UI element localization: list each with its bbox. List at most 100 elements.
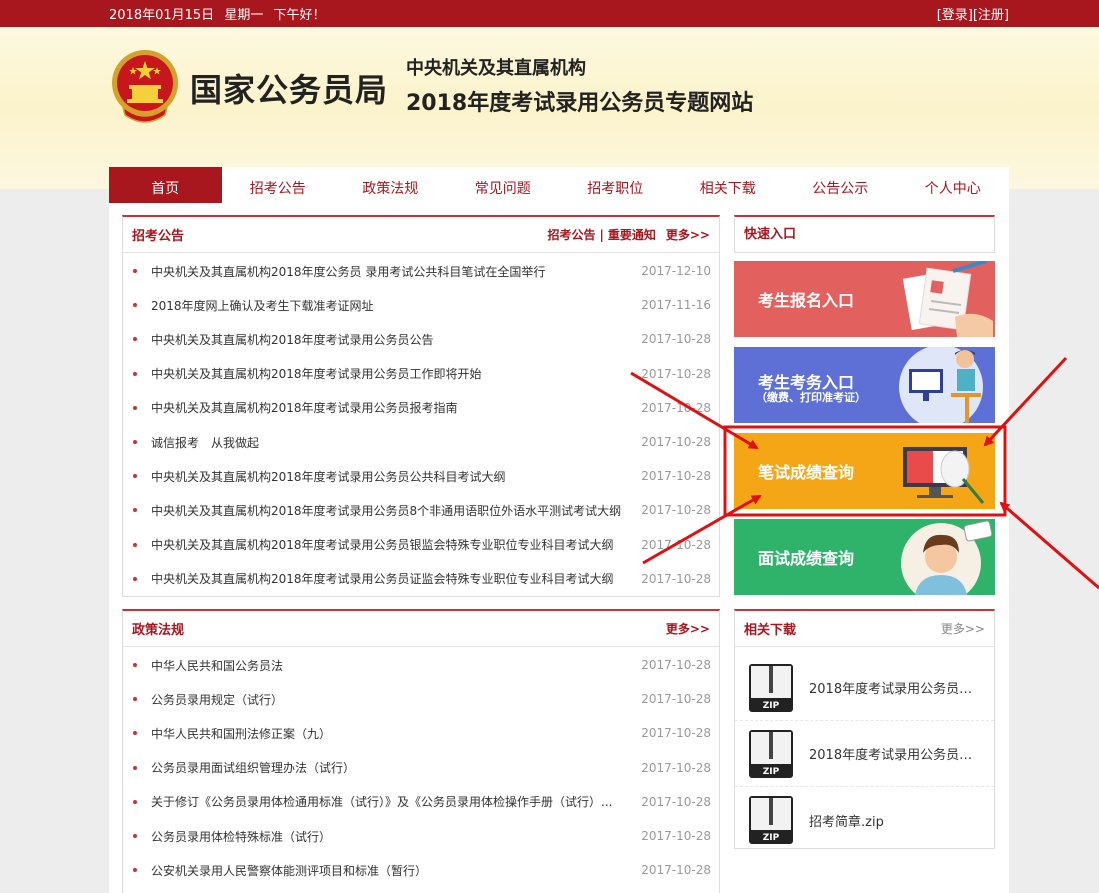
list-item[interactable]: 中央机关及其直属机构2018年度考试录用公务员8个非通用语职位外语水平测试考试大… — [123, 493, 719, 527]
quick-entry-title: 快速入口 — [744, 227, 797, 242]
annotation-arrow — [999, 501, 1099, 590]
item-title[interactable]: 中华人民共和国公务员法 — [151, 657, 625, 674]
downloads-header: 相关下载 更多>> — [735, 611, 994, 647]
bullet-icon — [133, 834, 137, 839]
announcements-tab-link[interactable]: 招考公告 — [547, 228, 595, 242]
item-date: 2017-10-28 — [641, 863, 711, 878]
list-item[interactable]: 中央机关及其直属机构2018年度考试录用公务员报考指南 2017-10-28 — [123, 391, 719, 425]
important-notice-link[interactable]: 重要通知 — [608, 228, 656, 242]
item-title[interactable]: 中央机关及其直属机构2018年度考试录用公务员公共科目考试大纲 — [151, 468, 625, 485]
announcements-more-link[interactable]: 更多>> — [666, 228, 710, 242]
item-date: 2017-10-28 — [641, 692, 711, 707]
list-item[interactable]: 公安机关录用人民警察体能测评项目和标准（暂行） 2017-10-28 — [123, 853, 719, 887]
item-title[interactable]: 中华人民共和国刑法修正案（九） — [151, 725, 625, 742]
item-title[interactable]: 关于修订《公务员录用体检通用标准（试行）》及《公务员录用体检操作手册（试行）..… — [151, 793, 625, 810]
svg-text:ZIP: ZIP — [763, 833, 780, 843]
bullet-icon — [133, 576, 137, 581]
exam-affairs-button[interactable]: 考生考务入口 （缴费、打印准考证） — [734, 347, 995, 423]
item-title[interactable]: 中央机关及其直属机构2018年度考试录用公务员公告 — [151, 331, 625, 348]
item-date: 2017-10-28 — [641, 726, 711, 741]
item-title[interactable]: 中央机关及其直属机构2018年度考试录用公务员银监会特殊专业职位专业科目考试大纲 — [151, 536, 625, 553]
item-title[interactable]: 诚信报考 从我做起 — [151, 434, 625, 451]
site-header: 国家公务员局 中央机关及其直属机构 2018年度考试录用公务员专题网站 首页 招… — [0, 27, 1099, 215]
announcements-title: 招考公告 — [132, 229, 185, 244]
download-item[interactable]: ZIP 招考简章.zip — [735, 787, 994, 853]
zip-file-icon: ZIP — [749, 663, 793, 712]
exam-registration-button[interactable]: 考生报名入口 — [734, 261, 995, 337]
site-name: 国家公务员局 — [190, 71, 389, 109]
date-greeting: 2018年01月15日 星期一 下午好！ — [109, 4, 325, 23]
list-item[interactable]: 2018年度网上确认及考生下载准考证网址 2017-11-16 — [123, 288, 719, 322]
policies-list: 中华人民共和国公务员法 2017-10-28 公务员录用规定（试行） 2017-10… — [123, 647, 719, 887]
bullet-icon — [133, 731, 137, 736]
bullet-icon — [133, 868, 137, 873]
list-item[interactable]: 公务员录用体检特殊标准（试行） 2017-10-28 — [123, 819, 719, 853]
item-title[interactable]: 中央机关及其直属机构2018年度考试录用公务员证监会特殊专业职位专业科目考试大纲 — [151, 570, 625, 587]
list-item[interactable]: 公务员录用规定（试行） 2017-10-28 — [123, 682, 719, 716]
announcements-header: 招考公告 招考公告 | 重要通知 更多>> — [123, 217, 719, 253]
item-title[interactable]: 中央机关及其直属机构2018年度考试录用公务员工作即将开始 — [151, 365, 625, 382]
item-date: 2017-12-10 — [641, 264, 711, 279]
svg-text:ZIP: ZIP — [763, 701, 780, 711]
item-title[interactable]: 中央机关及其直属机构2018年度公务员 录用考试公共科目笔试在全国举行 — [151, 263, 625, 280]
zip-file-icon: ZIP — [749, 729, 793, 778]
item-title[interactable]: 中央机关及其直属机构2018年度考试录用公务员报考指南 — [151, 399, 625, 416]
policies-title: 政策法规 — [132, 623, 185, 638]
item-date: 2017-10-28 — [641, 332, 711, 347]
bullet-icon — [133, 269, 137, 274]
list-item[interactable]: 中央机关及其直属机构2018年度考试录用公务员公告 2017-10-28 — [123, 322, 719, 356]
list-item[interactable]: 中华人民共和国公务员法 2017-10-28 — [123, 648, 719, 682]
written-score-query-button[interactable]: 笔试成绩查询 — [734, 433, 995, 509]
bullet-icon — [133, 697, 137, 702]
item-date: 2017-10-28 — [641, 503, 711, 518]
item-date: 2017-10-28 — [641, 571, 711, 586]
list-item[interactable]: 公务员录用面试组织管理办法（试行） 2017-10-28 — [123, 751, 719, 785]
svg-text:ZIP: ZIP — [763, 767, 780, 777]
download-file-name[interactable]: 招考简章.zip — [809, 811, 979, 830]
download-item[interactable]: ZIP 2018年度考试录用公务员报考指南 — [735, 655, 994, 721]
item-title[interactable]: 2018年度网上确认及考生下载准考证网址 — [151, 297, 625, 314]
bullet-icon — [133, 799, 137, 804]
item-title[interactable]: 公务员录用体检特殊标准（试行） — [151, 828, 625, 845]
downloads-more-link[interactable]: 更多>> — [941, 620, 985, 637]
list-item[interactable]: 关于修订《公务员录用体检通用标准（试行）》及《公务员录用体检操作手册（试行）..… — [123, 785, 719, 819]
current-date: 2018年01月15日 — [109, 8, 215, 23]
button-label: 考生报名入口 — [758, 291, 855, 310]
quick-entry-header: 快速入口 — [734, 215, 995, 253]
login-link[interactable]: [登录] — [937, 8, 973, 23]
national-emblem-icon — [112, 50, 178, 123]
bullet-icon — [133, 663, 137, 668]
download-file-name[interactable]: 2018年度考试录用公务员报考指南 — [809, 678, 979, 697]
list-item[interactable]: 诚信报考 从我做起 2017-10-28 — [123, 425, 719, 459]
register-link[interactable]: [注册] — [973, 8, 1009, 23]
list-item[interactable]: 中央机关及其直属机构2018年度公务员 录用考试公共科目笔试在全国举行 2017-… — [123, 254, 719, 288]
policies-panel: 政策法规 更多>> 中华人民共和国公务员法 2017-10-28 公务员录用规定（… — [122, 609, 720, 893]
button-label: 笔试成绩查询 — [758, 463, 855, 482]
item-title[interactable]: 中央机关及其直属机构2018年度考试录用公务员8个非通用语职位外语水平测试考试大… — [151, 502, 625, 519]
button-label: 面试成绩查询 — [758, 549, 855, 568]
download-item[interactable]: ZIP 2018年度考试录用公务员报名须知 — [735, 721, 994, 787]
main-content: 招考公告 招考公告 | 重要通知 更多>> 中央机关及其直属机构2018年度公务员 录… — [109, 203, 1009, 893]
list-item[interactable]: 中央机关及其直属机构2018年度考试录用公务员工作即将开始 2017-10-28 — [123, 357, 719, 391]
zip-file-icon: ZIP — [749, 796, 793, 844]
bullet-icon — [133, 371, 137, 376]
download-file-name[interactable]: 2018年度考试录用公务员报名须知 — [809, 744, 979, 763]
bullet-icon — [133, 405, 137, 410]
item-title[interactable]: 公安机关录用人民警察体能测评项目和标准（暂行） — [151, 862, 625, 879]
downloads-title: 相关下载 — [744, 623, 797, 638]
interview-score-query-button[interactable]: 面试成绩查询 — [734, 519, 995, 595]
policies-links: 更多>> — [666, 620, 710, 637]
list-item[interactable]: 中央机关及其直属机构2018年度考试录用公务员银监会特殊专业职位专业科目考试大纲… — [123, 528, 719, 562]
site-subtitle-1: 中央机关及其直属机构 — [406, 58, 586, 79]
item-title[interactable]: 公务员录用规定（试行） — [151, 691, 625, 708]
announcements-panel: 招考公告 招考公告 | 重要通知 更多>> 中央机关及其直属机构2018年度公务员 录… — [122, 215, 720, 597]
list-item[interactable]: 中央机关及其直属机构2018年度考试录用公务员证监会特殊专业职位专业科目考试大纲… — [123, 562, 719, 596]
announcements-links: 招考公告 | 重要通知 更多>> — [547, 226, 710, 243]
policies-more-link[interactable]: 更多>> — [666, 622, 710, 636]
list-item[interactable]: 中央机关及其直属机构2018年度考试录用公务员公共科目考试大纲 2017-10-2… — [123, 459, 719, 493]
item-date: 2017-10-28 — [641, 794, 711, 809]
list-item[interactable]: 中华人民共和国刑法修正案（九） 2017-10-28 — [123, 716, 719, 750]
bullet-icon — [133, 337, 137, 342]
bullet-icon — [133, 303, 137, 308]
item-title[interactable]: 公务员录用面试组织管理办法（试行） — [151, 759, 625, 776]
